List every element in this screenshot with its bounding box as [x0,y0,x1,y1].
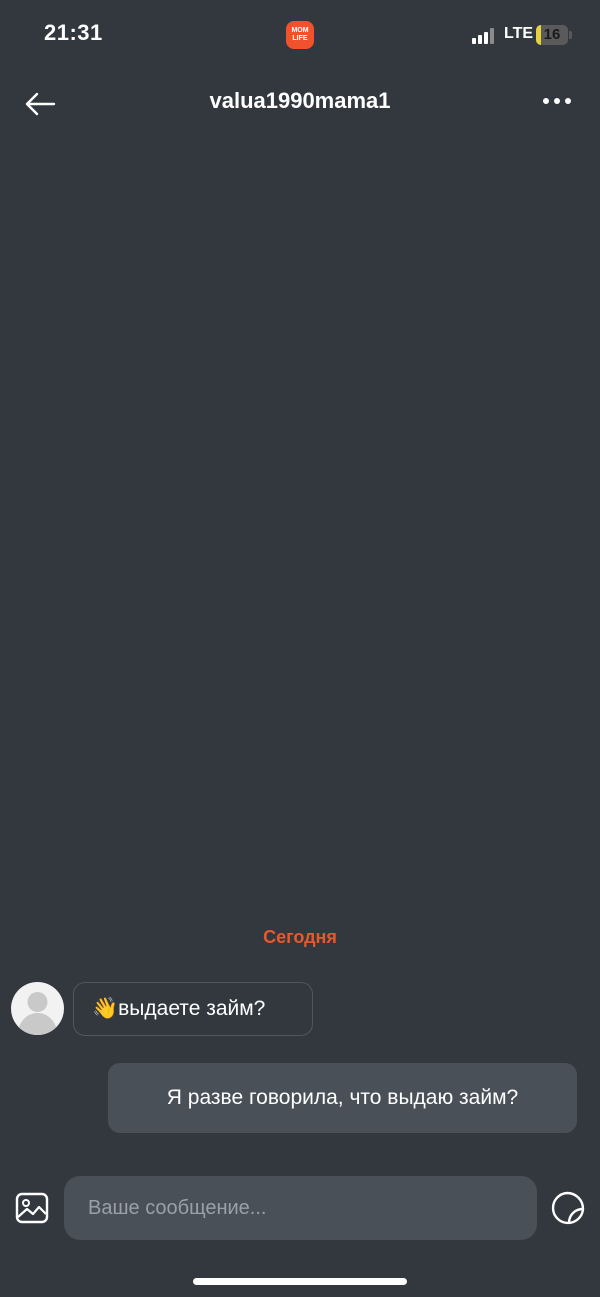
status-bar: 21:31 MOM LIFE LTE 16 [0,0,600,72]
date-separator: Сегодня [263,927,337,947]
status-time: 21:31 [44,20,103,45]
app-badge-label: MOM LIFE [291,27,309,42]
more-dots-icon [543,98,571,104]
chat-header: valua1990mama1 [0,72,600,136]
back-button[interactable] [18,84,62,124]
chat-title: valua1990mama1 [209,88,391,113]
more-options-button[interactable] [534,84,580,118]
app-badge-icon: MOM LIFE [286,21,314,49]
image-icon [15,1192,49,1224]
battery-cap [569,31,572,39]
chat-screen: 21:31 MOM LIFE LTE 16 valua1990mama1 Сег… [0,0,600,1297]
sender-avatar[interactable] [11,982,64,1035]
battery-icon: 16 [536,25,568,45]
incoming-message[interactable]: 👋выдаете займ? [73,982,313,1036]
sticker-button[interactable] [548,1188,588,1228]
avatar-placeholder-icon [17,992,58,1035]
message-input[interactable] [64,1176,537,1240]
attach-image-button[interactable] [12,1188,52,1228]
signal-icon [472,28,494,44]
network-label: LTE [504,25,534,42]
arrow-left-icon [25,92,56,116]
battery-level: 16 [543,26,561,43]
home-indicator [193,1278,407,1285]
outgoing-message[interactable]: Я разве говорила, что выдаю займ? [108,1063,577,1133]
sticker-icon [551,1191,585,1225]
